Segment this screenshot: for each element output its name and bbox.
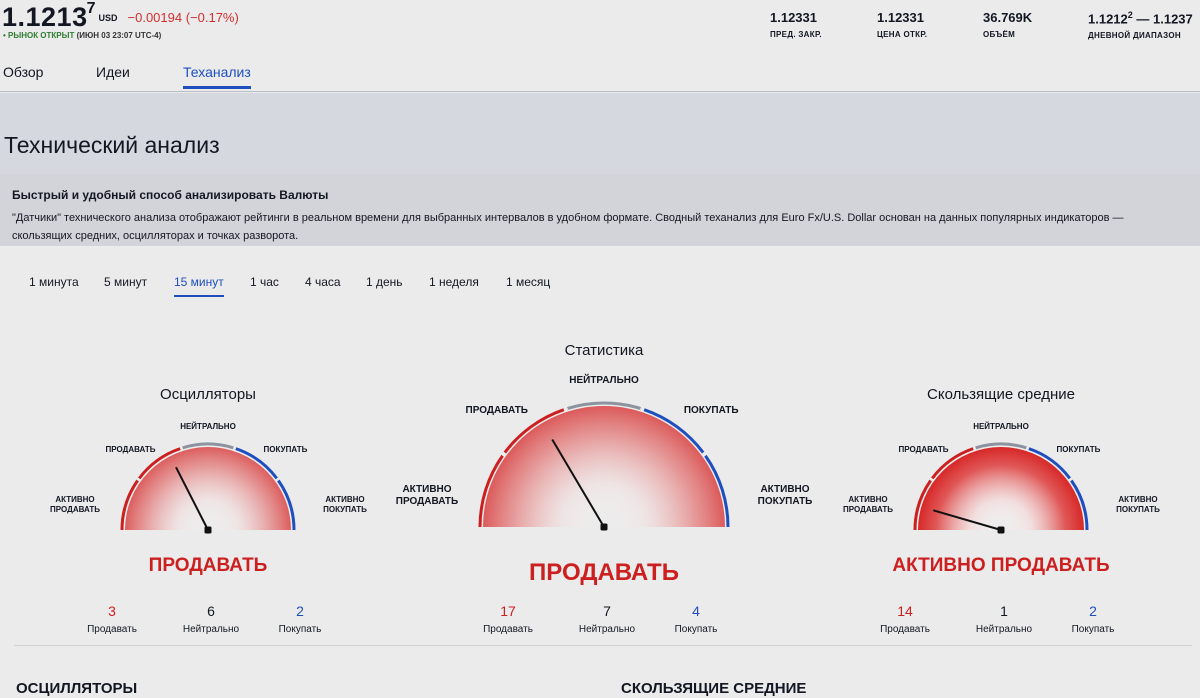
gauge-label-strong-sell: АКТИВНО ПРОДАВАТЬ [843, 495, 893, 514]
gauge-label-sell: ПРОДАВАТЬ [465, 404, 528, 416]
gauge-needle-hub [204, 526, 212, 534]
range-low: 1.1212 [1088, 11, 1128, 27]
interval-1M[interactable]: 1 месяц [506, 275, 550, 295]
info-title: Быстрый и удобный способ анализировать В… [12, 188, 329, 202]
interval-4h[interactable]: 4 часа [305, 275, 341, 295]
stat-value: 1.12331 [770, 10, 817, 25]
oscillators-section-title: ОСЦИЛЛЯТОРЫ [16, 680, 138, 697]
moving_averages-neutral-count: 1 [1000, 603, 1008, 619]
range-high: — 1.1237 [1132, 11, 1193, 27]
price-currency: USD [98, 13, 118, 23]
gauge-label-strong-sell: АКТИВНО ПРОДАВАТЬ [395, 484, 459, 507]
summary-neutral-count: 7 [603, 603, 611, 619]
interval-1w[interactable]: 1 неделя [429, 275, 479, 295]
interval-15m[interactable]: 15 минут [174, 275, 224, 297]
stat-value: 36.769K [983, 10, 1033, 25]
stat-label: ПРЕД. ЗАКР. [770, 30, 822, 39]
info-text: "Датчики" технического анализа отображаю… [12, 212, 1124, 242]
tab-technicals[interactable]: Теханализ [183, 64, 251, 89]
stat-day-range: 1.12122 — 1.1237 ДНЕВНОЙ ДИАПАЗОН [1088, 10, 1193, 40]
symbol-header: 1.12137USD −0.00194 (−0.17%) • РЫНОК ОТКР… [0, 0, 1200, 92]
gauge-label-strong-buy: АКТИВНО ПОКУПАТЬ [757, 484, 813, 507]
gauge-label-buy: ПОКУПАТЬ [683, 404, 739, 416]
summary-gauge-title: Статистика [564, 342, 644, 359]
stat-volume: 36.769K ОБЪЁМ [983, 10, 1032, 39]
divider [14, 645, 1192, 646]
market-time: (ИЮН 03 23:07 UTC-4) [76, 31, 162, 40]
oscillators-neutral-count-label: Нейтрально [182, 624, 240, 635]
stat-label: ЦЕНА ОТКР. [877, 30, 928, 39]
gauge-needle-hub [600, 523, 608, 531]
summary-buy-count-label: Покупать [674, 624, 718, 635]
price-value: 1.1213 [2, 2, 88, 32]
gauge-label-buy: ПОКУПАТЬ [263, 445, 308, 455]
summary-buy-count: 4 [692, 603, 700, 619]
tab-overview[interactable]: Обзор [3, 64, 43, 89]
info-box: Быстрый и удобный способ анализировать В… [0, 174, 1200, 246]
oscillators-neutral-count: 6 [207, 603, 215, 619]
gauge-needle-hub [997, 526, 1005, 534]
stat-value: 1.12331 [877, 10, 924, 25]
stat-open: 1.12331 ЦЕНА ОТКР. [877, 10, 927, 39]
gauge-fill [125, 447, 291, 530]
price-change: −0.00194 (−0.17%) [127, 10, 239, 25]
moving_averages-verdict: АКТИВНО ПРОДАВАТЬ [892, 555, 1110, 576]
interval-1m[interactable]: 1 минута [29, 275, 79, 295]
tab-ideas[interactable]: Идеи [96, 64, 130, 89]
gauge-label-sell: ПРОДАВАТЬ [105, 445, 156, 455]
gauge-label-sell: ПРОДАВАТЬ [898, 445, 949, 455]
moving_averages-gauge-title: Скользящие средние [927, 386, 1075, 403]
interval-1d[interactable]: 1 день [366, 275, 403, 295]
gauge-label-strong-buy: АКТИВНО ПОКУПАТЬ [323, 495, 367, 514]
oscillators-sell-count-label: Продавать [87, 624, 137, 635]
moving_averages-neutral-count-label: Нейтрально [975, 624, 1033, 635]
gauge-label-strong-sell: АКТИВНО ПРОДАВАТЬ [50, 495, 100, 514]
summary-verdict: ПРОДАВАТЬ [529, 559, 679, 586]
stat-prev-close: 1.12331 ПРЕД. ЗАКР. [770, 10, 822, 39]
gauge-label-strong-buy: АКТИВНО ПОКУПАТЬ [1116, 495, 1160, 514]
stat-label: ОБЪЁМ [983, 30, 1016, 39]
oscillators-gauge-title: Осцилляторы [160, 386, 256, 403]
gauge-label-neutral: НЕЙТРАЛЬНО [180, 422, 236, 431]
oscillators-buy-count-label: Покупать [278, 624, 322, 635]
stat-label: ДНЕВНОЙ ДИАПАЗОН [1088, 31, 1181, 41]
gauge-label-buy: ПОКУПАТЬ [1056, 445, 1101, 455]
gauge-fill [483, 406, 725, 527]
gauge-label-neutral: НЕЙТРАЛЬНО [569, 375, 639, 386]
price-pipette: 7 [86, 0, 96, 17]
stat-value: 1.12122 — 1.1237 [1088, 10, 1193, 26]
moving_averages-sell-count-label: Продавать [880, 624, 930, 635]
market-status: • РЫНОК ОТКРЫТ (ИЮН 03 23:07 UTC-4) [3, 31, 161, 40]
page-title: Технический анализ [4, 132, 220, 158]
gauge-label-neutral: НЕЙТРАЛЬНО [973, 422, 1029, 431]
moving_averages-buy-count-label: Покупать [1071, 624, 1115, 635]
moving-averages-section-title: СКОЛЬЗЯЩИЕ СРЕДНИЕ [621, 680, 807, 697]
interval-1h[interactable]: 1 час [250, 275, 279, 295]
oscillators-sell-count: 3 [108, 603, 116, 619]
moving_averages-sell-count: 14 [897, 603, 913, 619]
moving_averages-buy-count: 2 [1089, 603, 1097, 619]
summary-neutral-count-label: Нейтрально [578, 624, 636, 635]
interval-5m[interactable]: 5 минут [104, 275, 147, 295]
price-block: 1.12137USD −0.00194 (−0.17%) [2, 0, 239, 33]
market-open-status: • РЫНОК ОТКРЫТ [3, 31, 75, 40]
gauge-fill [918, 447, 1084, 530]
summary-sell-count: 17 [500, 603, 516, 619]
oscillators-verdict: ПРОДАВАТЬ [148, 555, 268, 576]
oscillators-buy-count: 2 [296, 603, 304, 619]
summary-sell-count-label: Продавать [483, 624, 533, 635]
